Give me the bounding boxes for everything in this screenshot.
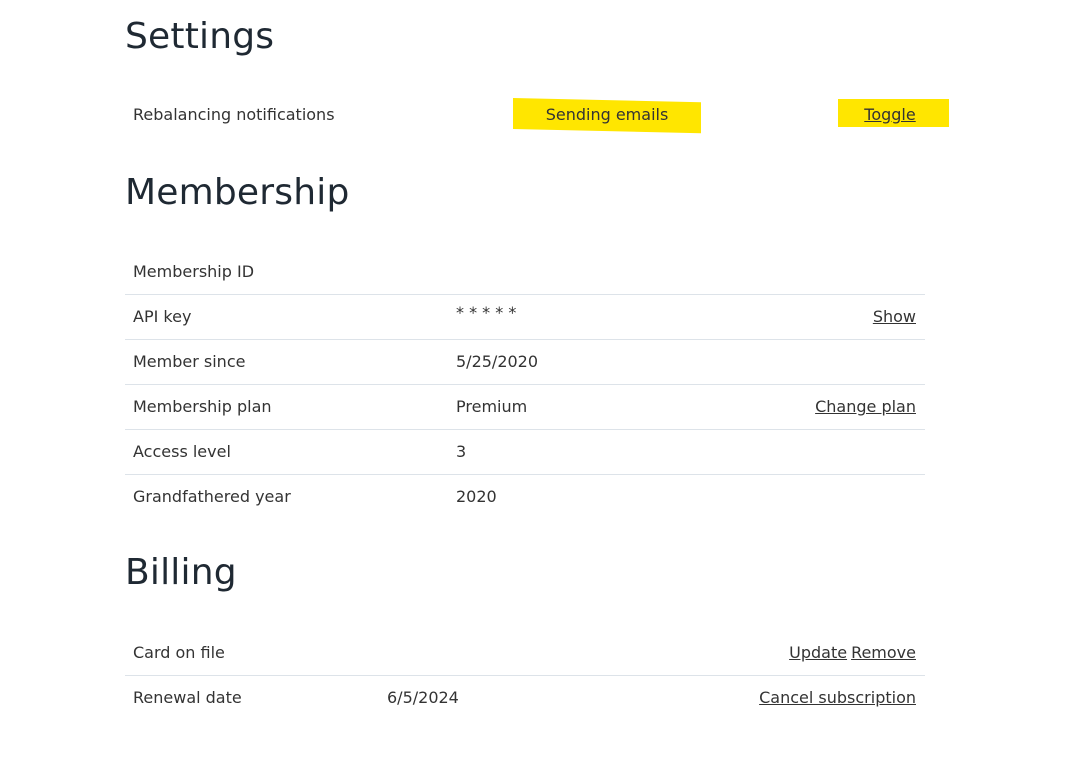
remove-card-link[interactable]: Remove — [851, 643, 916, 662]
api-key-value: * * * * * — [456, 303, 517, 322]
renewal-date-label: Renewal date — [133, 688, 242, 707]
member-since-value: 5/25/2020 — [456, 352, 539, 371]
grandfathered-year-value: 2020 — [456, 487, 497, 506]
table-row: Membership plan Premium Change plan — [125, 385, 925, 430]
notification-status: Sending emails — [545, 105, 669, 124]
api-key-label: API key — [133, 307, 192, 326]
access-level-label: Access level — [133, 442, 231, 461]
cancel-subscription-link[interactable]: Cancel subscription — [759, 688, 916, 707]
membership-heading: Membership — [125, 172, 350, 213]
renewal-date-value: 6/5/2024 — [387, 688, 459, 707]
rebalancing-notifications-label: Rebalancing notifications — [133, 105, 335, 124]
membership-plan-label: Membership plan — [133, 397, 272, 416]
billing-heading: Billing — [125, 552, 237, 593]
table-row: Grandfathered year 2020 — [125, 475, 925, 519]
grandfathered-year-label: Grandfathered year — [133, 487, 291, 506]
table-row: Card on file Update Remove — [125, 631, 925, 676]
update-card-link[interactable]: Update — [789, 643, 847, 662]
table-row: Renewal date 6/5/2024 Cancel subscriptio… — [125, 676, 925, 720]
membership-plan-value: Premium — [456, 397, 528, 416]
billing-table: Card on file Update Remove Renewal date 6… — [125, 631, 925, 720]
access-level-value: 3 — [456, 442, 467, 461]
show-api-key-link[interactable]: Show — [873, 307, 916, 326]
table-row: API key * * * * * Show — [125, 295, 925, 340]
table-row: Access level 3 — [125, 430, 925, 475]
change-plan-link[interactable]: Change plan — [815, 397, 916, 416]
table-row: Member since 5/25/2020 — [125, 340, 925, 385]
table-row: Membership ID — [125, 250, 925, 295]
settings-row-rebalancing-notifications: Rebalancing notifications Sending emails… — [125, 96, 955, 134]
membership-id-label: Membership ID — [133, 262, 255, 281]
settings-heading: Settings — [125, 16, 275, 57]
toggle-notifications-link[interactable]: Toggle — [838, 105, 942, 124]
card-on-file-label: Card on file — [133, 643, 225, 662]
member-since-label: Member since — [133, 352, 246, 371]
membership-table: Membership ID API key * * * * * Show Mem… — [125, 250, 925, 519]
